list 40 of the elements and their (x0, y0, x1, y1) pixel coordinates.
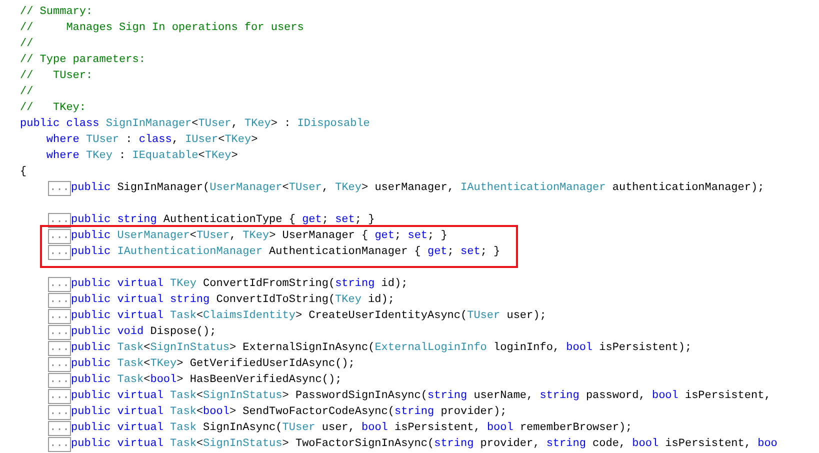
fold-toggle[interactable]: ... (48, 340, 71, 356)
fold-toggle[interactable]: ... (48, 308, 71, 324)
fold-toggle[interactable]: ... (48, 436, 71, 452)
code-line: public virtual string ConvertIdToString(TKey id); (71, 293, 394, 308)
fold-toggle[interactable]: ... (48, 276, 71, 292)
code-line: public class SignInManager<TUser, TKey> : IDisposable (20, 117, 370, 132)
fold-toggle[interactable]: ... (48, 356, 71, 372)
fold-toggle[interactable]: ... (48, 292, 71, 308)
code-line: public Task<bool> HasBeenVerifiedAsync(); (71, 373, 342, 388)
code-line: public UserManager<TUser, TKey> UserManager { get; set; } (71, 229, 448, 244)
code-line: public virtual Task SignInAsync(TUser user, bool isPersistent, bool rememberBrowser); (71, 421, 632, 436)
code-line: // Summary: (20, 5, 93, 20)
code-line: // (20, 37, 34, 52)
fold-toggle[interactable]: ... (48, 404, 71, 420)
code-line: where TKey : IEquatable<TKey> (45, 149, 238, 164)
code-line: where TUser : class, IUser<TKey> (45, 133, 258, 148)
code-line: // (20, 85, 34, 100)
fold-toggle[interactable]: ... (48, 244, 71, 260)
code-line: // Type parameters: (20, 53, 146, 68)
code-line: public IAuthenticationManager AuthenticationManager { get; set; } (71, 245, 500, 260)
code-line: public virtual TKey ConvertIdFromString(string id); (71, 277, 408, 292)
fold-toggle[interactable]: ... (48, 324, 71, 340)
code-line: // Manages Sign In operations for users (20, 21, 304, 36)
code-line: { (20, 165, 27, 180)
code-line: // TKey: (20, 101, 86, 116)
code-line: public string AuthenticationType { get; set; } (71, 213, 375, 228)
fold-toggle[interactable]: ... (48, 180, 71, 196)
code-line: public Task<SignInStatus> ExternalSignInAsync(ExternalLoginInfo loginInfo, bool isPersistent); (71, 341, 692, 356)
fold-toggle[interactable]: ... (48, 372, 71, 388)
code-line: // TUser: (20, 69, 93, 84)
fold-toggle[interactable]: ... (48, 228, 71, 244)
code-line: public virtual Task<bool> SendTwoFactorCodeAsync(string provider); (71, 405, 507, 420)
fold-toggle[interactable]: ... (48, 420, 71, 436)
code-line: public virtual Task<SignInStatus> PasswordSignInAsync(string userName, string password, bool isPersistent, (71, 389, 771, 404)
code-line: public void Dispose(); (71, 325, 216, 340)
code-line: public Task<TKey> GetVerifiedUserIdAsync(); (71, 357, 355, 372)
code-line: public virtual Task<ClaimsIdentity> CreateUserIdentityAsync(TUser user); (71, 309, 546, 324)
code-line: public SignInManager(UserManager<TUser, TKey> userManager, IAuthenticationManager authenticationManager); (71, 181, 764, 196)
fold-toggle[interactable]: ... (48, 388, 71, 404)
code-line: public virtual Task<SignInStatus> TwoFactorSignInAsync(string provider, string code, bool isPersistent, boo (71, 437, 778, 452)
